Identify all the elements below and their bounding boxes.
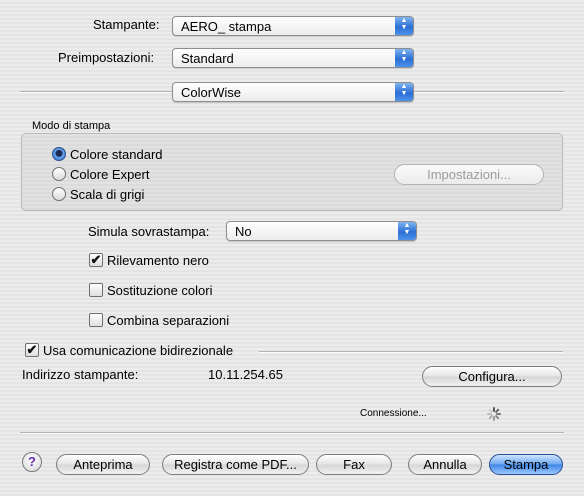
radio-scala-di-grigi-label: Scala di grigi <box>70 187 145 202</box>
presets-popup[interactable]: Standard ▲ ▼ <box>172 48 414 68</box>
checkbox-bidirectional[interactable]: ✔ <box>25 343 39 357</box>
popup-arrows-icon: ▲ ▼ <box>395 83 413 101</box>
radio-colore-expert[interactable] <box>52 167 66 181</box>
checkbox-rilevamento-nero[interactable]: ✔ <box>89 253 103 267</box>
cancel-button[interactable]: Annulla <box>408 454 482 475</box>
printer-popup-value: AERO_ stampa <box>181 19 272 34</box>
checkbox-combina-separazioni-label: Combina separazioni <box>107 313 230 328</box>
fax-button[interactable]: Fax <box>316 454 392 475</box>
panel-popup-value: ColorWise <box>181 85 241 100</box>
printer-label: Stampante: <box>93 17 160 32</box>
radio-colore-expert-label: Colore Expert <box>70 167 150 182</box>
printer-address-value: 10.11.254.65 <box>208 367 283 382</box>
popup-arrows-icon: ▲ ▼ <box>395 49 413 67</box>
radio-colore-standard[interactable] <box>52 147 66 161</box>
checkmark-icon: ✔ <box>26 342 38 357</box>
radio-scala-di-grigi[interactable] <box>52 187 66 201</box>
overprint-popup[interactable]: No ▲ ▼ <box>226 221 417 241</box>
bidirectional-separator <box>259 351 563 353</box>
connection-status: Connessione... <box>360 408 427 419</box>
help-icon: ? <box>28 454 36 469</box>
save-pdf-button[interactable]: Registra come PDF... <box>162 454 309 475</box>
print-button[interactable]: Stampa <box>489 454 563 475</box>
spinner-icon <box>487 407 501 421</box>
presets-label: Preimpostazioni: <box>58 50 155 65</box>
checkbox-sostituzione-colori-label: Sostituzione colori <box>107 283 213 298</box>
overprint-popup-value: No <box>235 224 252 239</box>
checkmark-icon: ✔ <box>90 252 102 267</box>
printer-address-label: Indirizzo stampante: <box>22 367 139 382</box>
radio-colore-standard-label: Colore standard <box>70 147 163 162</box>
configure-button[interactable]: Configura... <box>422 366 562 387</box>
printer-popup[interactable]: AERO_ stampa ▲ ▼ <box>172 16 414 36</box>
presets-popup-value: Standard <box>181 51 234 66</box>
popup-arrows-icon: ▲ ▼ <box>395 17 413 35</box>
checkbox-rilevamento-nero-label: Rilevamento nero <box>107 253 209 268</box>
checkbox-bidirectional-label: Usa comunicazione bidirezionale <box>43 343 234 358</box>
help-button[interactable]: ? <box>22 452 42 472</box>
panel-popup[interactable]: ColorWise ▲ ▼ <box>172 82 414 102</box>
print-mode-title: Modo di stampa <box>32 120 111 132</box>
checkbox-sostituzione-colori[interactable] <box>89 283 103 297</box>
settings-button[interactable]: Impostazioni... <box>394 164 544 185</box>
checkbox-combina-separazioni[interactable] <box>89 313 103 327</box>
preview-button[interactable]: Anteprima <box>56 454 150 475</box>
popup-arrows-icon: ▲ ▼ <box>398 222 416 240</box>
bottom-separator <box>20 432 564 434</box>
overprint-label: Simula sovrastampa: <box>88 224 210 239</box>
